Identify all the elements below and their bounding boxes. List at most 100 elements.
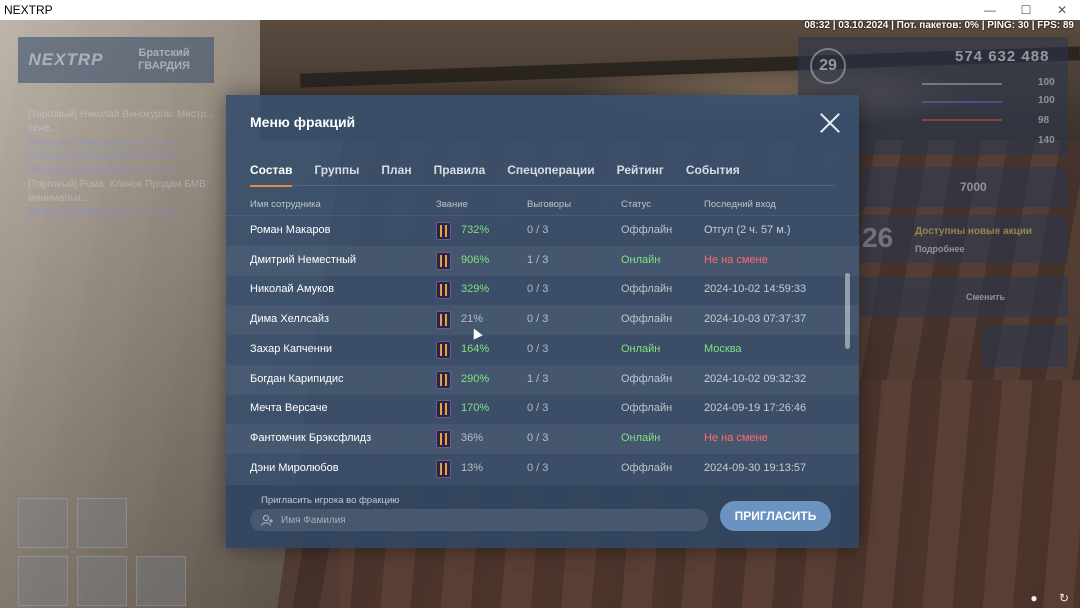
chat-line: [Фракция] [Гвардия] Браслет Ио... bbox=[28, 151, 185, 162]
tab-roster[interactable]: Состав bbox=[250, 163, 293, 187]
column-header-status: Статус bbox=[621, 199, 652, 210]
tab-rules[interactable]: Правила bbox=[434, 163, 486, 186]
chat-log: [Торговый] Николай Винокуров: Мистр... с… bbox=[28, 108, 228, 220]
column-header-last-login: Последний вход bbox=[704, 199, 776, 210]
rank-percent: 21% bbox=[461, 313, 484, 326]
tab-groups[interactable]: Группы bbox=[314, 163, 359, 186]
corner-icons: ● ↻ bbox=[1026, 590, 1072, 606]
last-login: Москва bbox=[704, 342, 742, 355]
refresh-icon[interactable]: ↻ bbox=[1056, 590, 1072, 606]
stat-value: 140 bbox=[1038, 135, 1055, 146]
member-name: Захар Капченни bbox=[250, 342, 333, 355]
column-header-warnings: Выговоры bbox=[527, 199, 572, 210]
microphone-icon[interactable]: ● bbox=[1026, 590, 1042, 606]
warnings-count: 1 / 3 bbox=[527, 253, 549, 266]
promo-more-link[interactable]: Подробнее bbox=[915, 244, 965, 254]
reward-value: 7000 bbox=[960, 180, 987, 194]
status-line: 08:32 | 03.10.2024 | Пот. пакетов: 0% | … bbox=[804, 20, 1074, 31]
close-icon[interactable] bbox=[819, 112, 841, 134]
stat-value: 100 bbox=[1038, 95, 1055, 106]
member-status: Оффлайн bbox=[621, 313, 673, 326]
column-header-name: Имя сотрудника bbox=[250, 199, 321, 210]
member-status: Оффлайн bbox=[621, 461, 673, 474]
faction-tabs: Состав Группы План Правила Спецоперации … bbox=[250, 163, 835, 187]
chat-line: сене... bbox=[28, 123, 58, 134]
hud-switch-panel bbox=[860, 277, 1068, 317]
inventory-slot[interactable] bbox=[18, 556, 68, 606]
last-login: 2024-10-03 07:37:37 bbox=[704, 313, 807, 326]
last-login: 2024-10-02 14:59:33 bbox=[704, 283, 807, 296]
rank-percent: 13% bbox=[461, 461, 484, 474]
last-login: Не на смене bbox=[704, 253, 768, 266]
table-row[interactable]: Дима Хеллсайз 21% 0 / 3 Оффлайн 2024-10-03 0… bbox=[226, 305, 859, 336]
promo-text: Доступны новые акции bbox=[915, 226, 1033, 237]
minimize-button[interactable]: — bbox=[972, 0, 1008, 20]
inventory-slot[interactable] bbox=[77, 498, 127, 548]
table-scrollbar[interactable] bbox=[845, 273, 850, 349]
table-row[interactable]: Фантомчик Брэксфлидз 36% 0 / 3 Онлайн Не на … bbox=[226, 423, 859, 454]
tab-rating[interactable]: Рейтинг bbox=[617, 163, 664, 186]
invite-button[interactable]: ПРИГЛАСИТЬ bbox=[720, 501, 831, 531]
warnings-count: 0 / 3 bbox=[527, 313, 549, 326]
stat-value: 98 bbox=[1038, 115, 1050, 126]
hud-calendar-panel bbox=[982, 325, 1068, 367]
table-row[interactable]: Дмитрий Неместный 906% 1 / 3 Онлайн Не на см… bbox=[226, 245, 859, 276]
warnings-count: 0 / 3 bbox=[527, 342, 549, 355]
rank-percent: 906% bbox=[461, 253, 490, 266]
money-display: 574 632 488 bbox=[955, 48, 1050, 65]
tab-plan[interactable]: План bbox=[381, 163, 411, 186]
member-name: Дэни Миролюбов bbox=[250, 461, 339, 474]
member-name: Мечта Версаче bbox=[250, 402, 328, 415]
table-row[interactable]: Николай Амуков 329% 0 / 3 Оффлайн 2024-10-02… bbox=[226, 275, 859, 305]
rank-percent: 170% bbox=[461, 402, 490, 415]
invite-label: Пригласить игрока во фракцию bbox=[261, 495, 400, 506]
level-badge: 29 bbox=[810, 48, 846, 84]
last-login: 2024-09-30 19:13:57 bbox=[704, 461, 807, 474]
rank-insignia-icon bbox=[436, 429, 451, 448]
warnings-count: 0 / 3 bbox=[527, 431, 549, 444]
inventory-slot[interactable] bbox=[18, 498, 68, 548]
member-name: Фантомчик Брэксфлидз bbox=[250, 431, 372, 444]
chat-line: [Фракция] [Гвардия] Антон Тюль... bbox=[28, 207, 186, 218]
table-row[interactable]: Захар Капченни 164% 0 / 3 Онлайн Москва bbox=[226, 335, 859, 365]
table-row[interactable]: Роман Макаров 732% 0 / 3 Оффлайн Отгул (2 ч.… bbox=[226, 216, 859, 246]
column-header-rank: Звание bbox=[436, 199, 468, 210]
rank-percent: 329% bbox=[461, 283, 490, 296]
member-name: Богдан Карипидис bbox=[250, 372, 344, 385]
last-login: 2024-10-02 09:32:32 bbox=[704, 372, 807, 385]
inventory-slot[interactable] bbox=[136, 556, 186, 606]
server-logo-box: NEXTRP Братский ГВАРДИЯ bbox=[18, 37, 214, 83]
inventory-slot[interactable] bbox=[77, 556, 127, 606]
member-status: Оффлайн bbox=[621, 372, 673, 385]
table-row[interactable]: Богдан Карипидис 290% 1 / 3 Оффлайн 2024-10-… bbox=[226, 364, 859, 395]
server-name: Братский ГВАРДИЯ bbox=[138, 47, 190, 72]
close-window-button[interactable]: ✕ bbox=[1044, 0, 1080, 20]
window-controls: — ☐ ✕ bbox=[972, 0, 1080, 20]
chat-line: [Фракция] [Гвардия] Антон Троп... bbox=[28, 165, 184, 176]
tab-special-ops[interactable]: Спецоперации bbox=[507, 163, 594, 186]
health-bar bbox=[922, 83, 1002, 85]
tab-events[interactable]: События bbox=[686, 163, 740, 186]
members-table: Роман Макаров 732% 0 / 3 Оффлайн Отгул (2 ч.… bbox=[226, 215, 859, 481]
last-login: 2024-09-19 17:26:46 bbox=[704, 402, 807, 415]
rank-insignia-icon bbox=[436, 281, 451, 300]
server-logo: NEXTRP bbox=[28, 50, 104, 69]
rank-insignia-icon bbox=[436, 370, 451, 389]
switch-link[interactable]: Сменить bbox=[966, 292, 1005, 302]
member-status: Оффлайн bbox=[621, 402, 673, 415]
table-row[interactable]: Мечта Версаче 170% 0 / 3 Оффлайн 2024-09-19 … bbox=[226, 394, 859, 424]
table-row[interactable]: Дэни Миролюбов 13% 0 / 3 Оффлайн 2024-09-30 … bbox=[226, 454, 859, 481]
stat-value: 100 bbox=[1038, 77, 1055, 88]
member-name: Николай Амуков bbox=[250, 283, 335, 296]
rank-insignia-icon bbox=[436, 400, 451, 419]
rank-insignia-icon bbox=[436, 311, 451, 330]
invite-name-input[interactable] bbox=[250, 509, 708, 531]
chat-line: минимальн... bbox=[28, 193, 89, 204]
chat-line: [Торговый] Николай Винокуров: Мистр... bbox=[28, 109, 215, 120]
maximize-button[interactable]: ☐ bbox=[1008, 0, 1044, 20]
rank-percent: 36% bbox=[461, 431, 484, 444]
chat-line: [Фракция] [Гвардия] Антон Тюль... bbox=[28, 137, 186, 148]
modal-title: Меню фракций bbox=[250, 114, 356, 130]
window-title: NEXTRP bbox=[4, 3, 53, 17]
last-login: Не на смене bbox=[704, 431, 768, 444]
